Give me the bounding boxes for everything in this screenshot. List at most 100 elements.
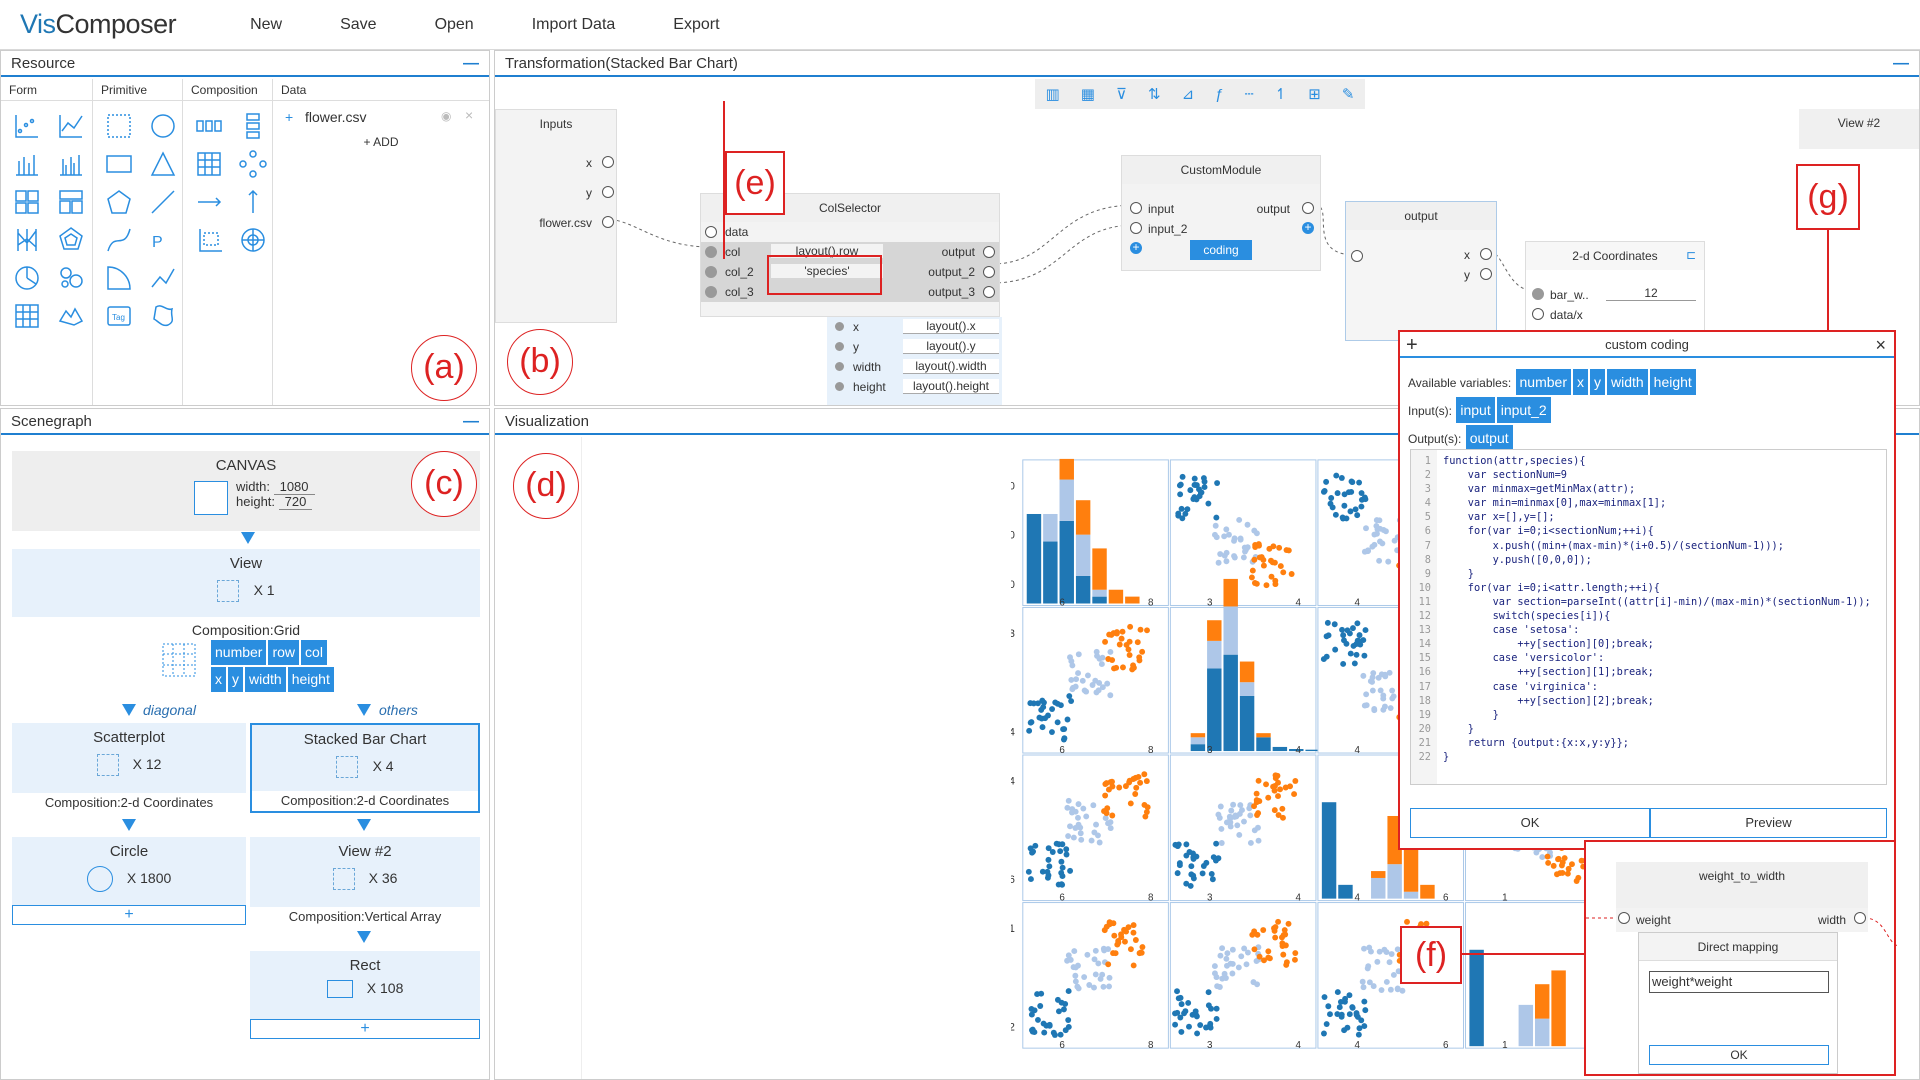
input-file-port[interactable] bbox=[602, 216, 614, 228]
grouped-bar-icon[interactable] bbox=[49, 145, 93, 183]
layout-port[interactable] bbox=[835, 322, 844, 331]
code-editor[interactable]: 1 function(attr,species){2 var sectionNum… bbox=[1410, 449, 1887, 785]
bar-width-input[interactable]: 12 bbox=[1606, 286, 1696, 301]
chip-width[interactable]: width bbox=[245, 667, 286, 692]
var-width[interactable]: width bbox=[1606, 369, 1648, 395]
rect-node[interactable]: Rect X 108 bbox=[250, 951, 480, 1019]
coordinates-2d-icon[interactable] bbox=[187, 221, 231, 259]
width-port[interactable] bbox=[1854, 912, 1866, 924]
path-icon[interactable]: P bbox=[141, 221, 185, 259]
data-file-item[interactable]: + flower.csv ◉ × bbox=[273, 101, 489, 131]
scatterplot-node[interactable]: Scatterplot X 12 Composition:2-d Coordin… bbox=[12, 723, 246, 813]
var-height[interactable]: height bbox=[1649, 369, 1696, 395]
data-x-port[interactable] bbox=[1532, 308, 1544, 320]
var-number[interactable]: number bbox=[1515, 369, 1571, 395]
scatter-icon[interactable] bbox=[5, 107, 49, 145]
add-icon[interactable]: + bbox=[1406, 332, 1418, 358]
map-icon[interactable] bbox=[49, 297, 93, 335]
layout-port[interactable] bbox=[835, 362, 844, 371]
radar-icon[interactable] bbox=[49, 221, 93, 259]
layout-port[interactable] bbox=[835, 342, 844, 351]
layout-row-value[interactable]: layout().y bbox=[903, 339, 999, 354]
curve-icon[interactable] bbox=[97, 221, 141, 259]
parallel-icon[interactable] bbox=[5, 221, 49, 259]
bubble-icon[interactable] bbox=[49, 259, 93, 297]
menu-open[interactable]: Open bbox=[411, 16, 498, 34]
layout-row-value[interactable]: layout().width bbox=[903, 359, 999, 374]
pentagon-icon[interactable] bbox=[97, 183, 141, 221]
rect-select-icon[interactable] bbox=[97, 107, 141, 145]
chip-height[interactable]: height bbox=[287, 667, 334, 692]
horizontal-array-icon[interactable] bbox=[187, 107, 231, 145]
layout-row-value[interactable]: layout().height bbox=[903, 379, 999, 394]
layout-port[interactable] bbox=[835, 382, 844, 391]
shape-icon[interactable] bbox=[141, 297, 185, 335]
line-chart-icon[interactable] bbox=[49, 107, 93, 145]
output-node[interactable]: output x y bbox=[1345, 201, 1497, 341]
add-data-button[interactable]: + ADD bbox=[273, 135, 489, 149]
minimize-icon[interactable]: — bbox=[463, 51, 479, 77]
expand-icon[interactable]: + bbox=[285, 109, 293, 125]
preview-button[interactable]: Preview bbox=[1650, 808, 1887, 838]
add-input-icon[interactable]: + bbox=[1130, 241, 1142, 254]
line-icon[interactable] bbox=[141, 183, 185, 221]
colselector-in-port[interactable] bbox=[705, 266, 717, 278]
inputs-node[interactable]: Inputs x y flower.csv bbox=[495, 109, 617, 323]
output-x-port[interactable] bbox=[1480, 248, 1492, 260]
menu-import-data[interactable]: Import Data bbox=[508, 16, 640, 34]
grid-layout-icon[interactable] bbox=[187, 145, 231, 183]
vertical-array-icon[interactable] bbox=[231, 107, 275, 145]
output-in-port[interactable] bbox=[1351, 250, 1363, 262]
layout-row-value[interactable]: layout().x bbox=[903, 319, 999, 334]
output-chip[interactable]: output bbox=[1465, 425, 1513, 451]
close-icon[interactable]: × bbox=[1875, 332, 1886, 358]
minimize-icon[interactable]: — bbox=[463, 409, 479, 435]
colselector-in-port[interactable] bbox=[705, 286, 717, 298]
triangle-icon[interactable] bbox=[141, 145, 185, 183]
colselector-in-port[interactable] bbox=[705, 246, 717, 258]
custom-module-node[interactable]: CustomModule input input_2 output + + co… bbox=[1121, 155, 1321, 271]
input-y-port[interactable] bbox=[602, 186, 614, 198]
circular-layout-icon[interactable] bbox=[231, 145, 275, 183]
close-icon[interactable]: × bbox=[465, 107, 473, 123]
colselector-in-port[interactable] bbox=[705, 226, 717, 238]
menu-save[interactable]: Save bbox=[316, 16, 400, 34]
input-x-port[interactable] bbox=[602, 156, 614, 168]
var-x[interactable]: x bbox=[1572, 369, 1588, 395]
ok-button[interactable]: OK bbox=[1410, 808, 1650, 838]
circle-node[interactable]: Circle X 1800 bbox=[12, 837, 246, 905]
chip-x[interactable]: x bbox=[211, 667, 226, 692]
menu-new[interactable]: New bbox=[226, 16, 306, 34]
bar-width-port[interactable] bbox=[1532, 288, 1544, 300]
bar-chart-icon[interactable] bbox=[5, 145, 49, 183]
stacked-bar-node[interactable]: Stacked Bar Chart X 4 Composition:2-d Co… bbox=[250, 723, 480, 813]
view2-node[interactable]: View #2 X 36 Composition:Vertical Array bbox=[250, 837, 480, 927]
heatmap-icon[interactable] bbox=[5, 183, 49, 221]
add-output-icon[interactable]: + bbox=[1302, 221, 1314, 234]
polyline-icon[interactable] bbox=[141, 259, 185, 297]
canvas-height-input[interactable]: 720 bbox=[278, 494, 313, 510]
coding-button[interactable]: coding bbox=[1190, 240, 1252, 260]
rectangle-icon[interactable] bbox=[97, 145, 141, 183]
custom-output-port[interactable] bbox=[1302, 202, 1314, 214]
tag-icon[interactable]: Tag bbox=[97, 297, 141, 335]
grid-composition[interactable]: Composition:Grid number row col x y width hei… bbox=[12, 617, 480, 692]
mapping-ok-button[interactable]: OK bbox=[1649, 1045, 1829, 1065]
output-y-port[interactable] bbox=[1480, 268, 1492, 280]
canvas-node[interactable]: CANVAS width: 1080 height: 720 bbox=[12, 451, 480, 531]
pie-icon[interactable] bbox=[5, 259, 49, 297]
colselector-out-port[interactable] bbox=[983, 286, 995, 298]
view2-node-box[interactable]: View #2 bbox=[1799, 109, 1919, 149]
custom-input-port[interactable] bbox=[1130, 202, 1142, 214]
x-axis-icon[interactable] bbox=[187, 183, 231, 221]
eye-icon[interactable]: ◉ bbox=[441, 109, 451, 123]
chip-row[interactable]: row bbox=[268, 640, 300, 665]
add-child-button[interactable]: + bbox=[250, 1019, 480, 1039]
mapping-expression-input[interactable]: weight*weight bbox=[1649, 971, 1829, 993]
arc-icon[interactable] bbox=[97, 259, 141, 297]
chip-col[interactable]: col bbox=[301, 640, 327, 665]
colselector-out-port[interactable] bbox=[983, 266, 995, 278]
weight-port[interactable] bbox=[1618, 912, 1630, 924]
chip-number[interactable]: number bbox=[211, 640, 267, 665]
add-child-button[interactable]: + bbox=[12, 905, 246, 925]
